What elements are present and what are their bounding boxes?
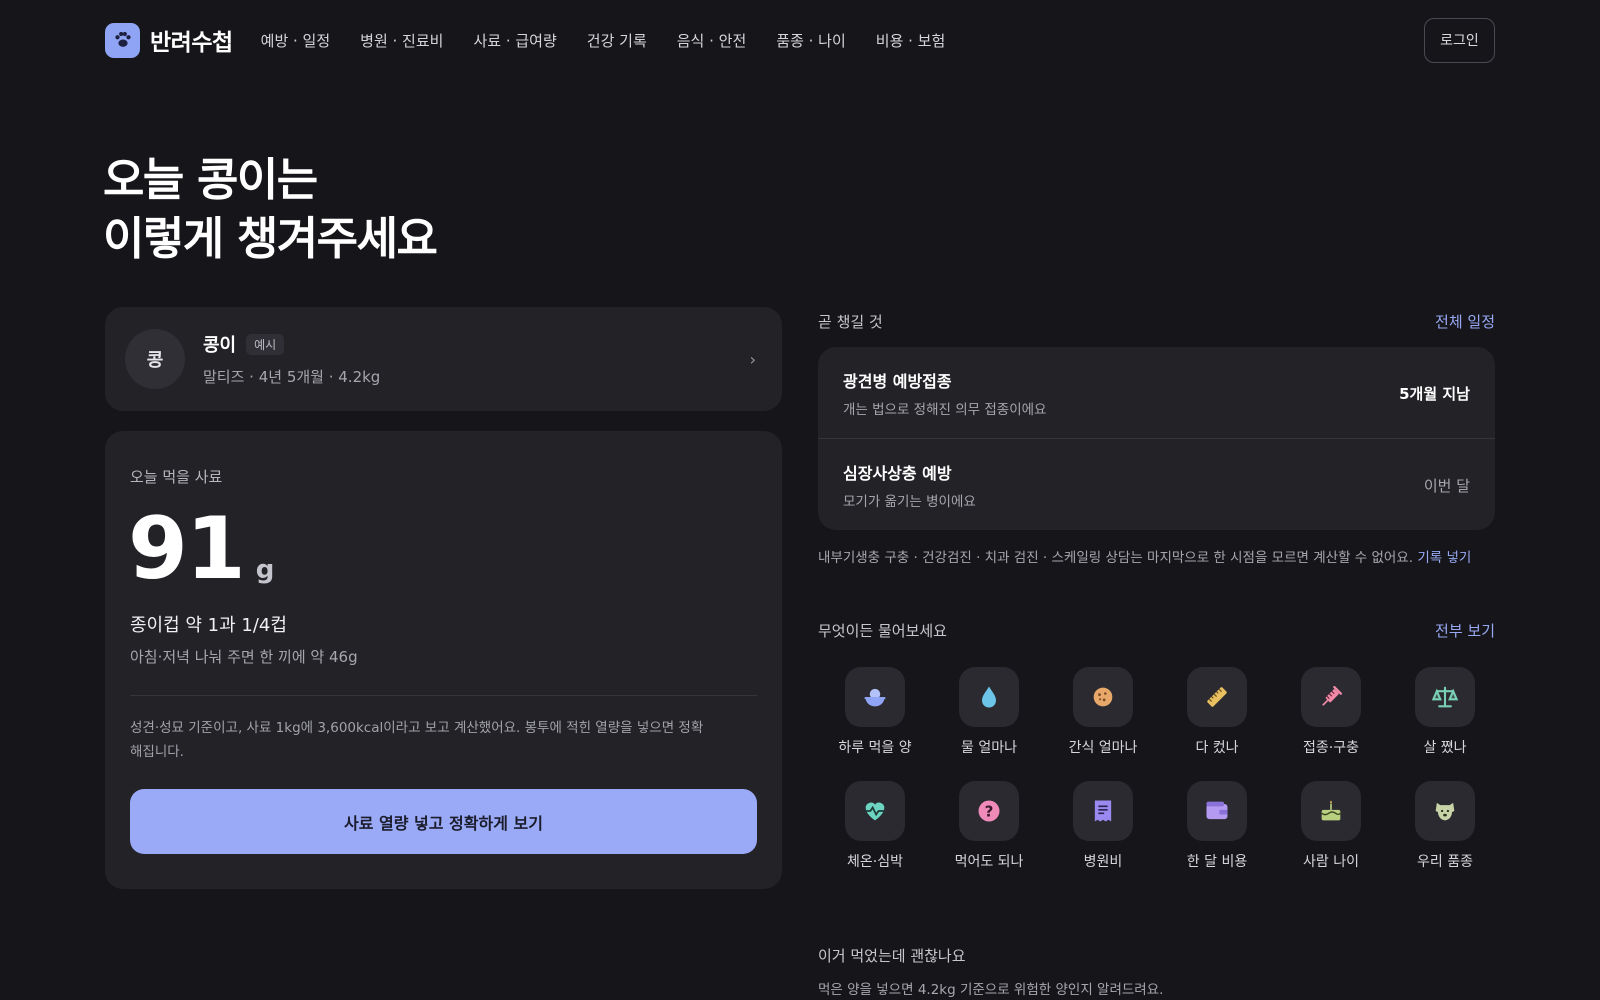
food-card-label: 오늘 먹을 사료 bbox=[130, 468, 223, 486]
question-water[interactable]: 물 얼마나 bbox=[932, 667, 1046, 757]
brand-name: 반려수첩 bbox=[150, 30, 233, 56]
food-safety-section-desc: 먹은 양을 넣으면 4.2kg 기준으로 위험한 양인지 알려드려요. bbox=[818, 982, 1164, 998]
page-title-line-2: 이렇게 챙겨주세요 bbox=[103, 212, 438, 265]
pet-name: 콩이 bbox=[203, 335, 237, 356]
question-growth[interactable]: 다 컸나 bbox=[1160, 667, 1274, 757]
question-label: 체온·심박 bbox=[847, 854, 903, 870]
pet-profile-card[interactable]: 콩 콩이 예시 말티즈 · 4년 5개월 · 4.2kg › bbox=[105, 307, 782, 411]
food-bowl-icon bbox=[845, 667, 905, 727]
question-weight[interactable]: 살 쪘나 bbox=[1388, 667, 1502, 757]
nav-item-food-safety[interactable]: 음식 · 안전 bbox=[677, 30, 747, 51]
question-label: 우리 품종 bbox=[1417, 854, 1473, 870]
question-monthly-cost[interactable]: 한 달 비용 bbox=[1160, 781, 1274, 871]
pet-details: 말티즈 · 4년 5개월 · 4.2kg bbox=[203, 368, 381, 386]
question-label: 다 컸나 bbox=[1195, 740, 1239, 756]
upcoming-section-title: 곧 챙길 것 bbox=[818, 313, 883, 331]
full-schedule-link[interactable]: 전체 일정 bbox=[1435, 311, 1495, 332]
login-button[interactable]: 로그인 bbox=[1424, 17, 1495, 63]
page-title-line-1: 오늘 콩이는 bbox=[103, 153, 318, 206]
schedule-item-desc: 개는 법으로 정해진 의무 접종이에요 bbox=[843, 402, 1047, 418]
main-nav: 예방 · 일정 병원 · 진료비 사료 · 급여량 건강 기록 음식 · 안전 … bbox=[261, 30, 976, 51]
schedule-item-desc: 모기가 옮기는 병이에요 bbox=[843, 494, 976, 510]
dog-face-icon bbox=[1415, 781, 1475, 841]
question-vaccination[interactable]: 접종·구충 bbox=[1274, 667, 1388, 757]
cookie-icon bbox=[1073, 667, 1133, 727]
question-label: 사람 나이 bbox=[1303, 854, 1359, 870]
nav-item-breed-age[interactable]: 품종 · 나이 bbox=[776, 30, 846, 51]
question-label: 물 얼마나 bbox=[961, 740, 1017, 756]
cake-icon bbox=[1301, 781, 1361, 841]
pet-name-row: 콩이 예시 bbox=[203, 331, 380, 357]
page-title: 오늘 콩이는 이렇게 챙겨주세요 bbox=[103, 150, 438, 268]
svg-text:?: ? bbox=[985, 802, 994, 820]
question-label: 먹어도 되나 bbox=[954, 854, 1024, 870]
food-safety-section-title: 이거 먹었는데 괜찮나요 bbox=[818, 947, 966, 965]
brand-logo[interactable]: 반려수첩 bbox=[105, 22, 233, 58]
schedule-note-text: 내부기생충 구충 · 건강검진 · 치과 검진 · 스케일링 상담는 마지막으로… bbox=[818, 550, 1414, 566]
question-vet-bill[interactable]: 병원비 bbox=[1046, 781, 1160, 871]
divider bbox=[130, 695, 757, 696]
pet-avatar: 콩 bbox=[125, 329, 185, 389]
daily-food-card: 오늘 먹을 사료 91 g 종이컵 약 1과 1/4컵 아침·저녁 나눠 주면 … bbox=[105, 431, 782, 889]
add-record-link[interactable]: 기록 넣기 bbox=[1417, 550, 1471, 566]
food-amount: 91 g bbox=[128, 506, 274, 592]
schedule-item-rabies[interactable]: 광견병 예방접종 개는 법으로 정해진 의무 접종이에요 5개월 지남 bbox=[818, 347, 1495, 438]
water-drop-icon bbox=[959, 667, 1019, 727]
chevron-right-icon: › bbox=[749, 349, 756, 369]
food-per-meal: 아침·저녁 나눠 주면 한 끼에 약 46g bbox=[130, 648, 358, 666]
heartbeat-icon bbox=[845, 781, 905, 841]
nav-item-hospital-costs[interactable]: 병원 · 진료비 bbox=[360, 30, 443, 51]
nav-item-cost-insurance[interactable]: 비용 · 보험 bbox=[876, 30, 946, 51]
wallet-icon bbox=[1187, 781, 1247, 841]
schedule-item-title: 광견병 예방접종 bbox=[843, 372, 952, 391]
scale-icon bbox=[1415, 667, 1475, 727]
nav-item-food-amount[interactable]: 사료 · 급여량 bbox=[473, 30, 556, 51]
questions-section-title: 무엇이든 물어보세요 bbox=[818, 622, 947, 640]
question-can-eat[interactable]: ? 먹어도 되나 bbox=[932, 781, 1046, 871]
question-label: 살 쪘나 bbox=[1423, 740, 1467, 756]
schedule-item-status: 이번 달 bbox=[1423, 477, 1470, 495]
question-human-age[interactable]: 사람 나이 bbox=[1274, 781, 1388, 871]
view-all-questions-link[interactable]: 전부 보기 bbox=[1435, 620, 1495, 641]
example-badge: 예시 bbox=[246, 333, 285, 355]
question-label: 간식 얼마나 bbox=[1068, 740, 1138, 756]
nav-item-prevention-schedule[interactable]: 예방 · 일정 bbox=[261, 30, 331, 51]
question-daily-food[interactable]: 하루 먹을 양 bbox=[818, 667, 932, 757]
paw-icon bbox=[105, 22, 140, 58]
schedule-note: 내부기생충 구충 · 건강검진 · 치과 검진 · 스케일링 상담는 마지막으로… bbox=[818, 546, 1471, 566]
question-shortcut-grid: 하루 먹을 양 물 얼마나 간식 얼마나 다 컸나 접종·구충 살 쪘나 체온·… bbox=[818, 667, 1495, 871]
upcoming-schedule-card: 광견병 예방접종 개는 법으로 정해진 의무 접종이에요 5개월 지남 심장사상… bbox=[818, 347, 1495, 530]
pet-info: 콩이 예시 말티즈 · 4년 5개월 · 4.2kg bbox=[203, 331, 380, 387]
schedule-item-status: 5개월 지남 bbox=[1399, 385, 1470, 403]
food-calculation-note: 성견·성묘 기준이고, 사료 1kg에 3,600kcal이라고 보고 계산했어… bbox=[130, 720, 704, 760]
question-vitals[interactable]: 체온·심박 bbox=[818, 781, 932, 871]
nav-item-health-records[interactable]: 건강 기록 bbox=[587, 30, 647, 51]
food-amount-unit: g bbox=[255, 555, 275, 585]
question-label: 하루 먹을 양 bbox=[838, 740, 912, 756]
question-breed[interactable]: 우리 품종 bbox=[1388, 781, 1502, 871]
question-treats[interactable]: 간식 얼마나 bbox=[1046, 667, 1160, 757]
receipt-icon bbox=[1073, 781, 1133, 841]
food-amount-value: 91 bbox=[128, 499, 246, 599]
schedule-item-heartworm[interactable]: 심장사상충 예방 모기가 옮기는 병이에요 이번 달 bbox=[818, 438, 1495, 529]
syringe-icon bbox=[1301, 667, 1361, 727]
question-label: 한 달 비용 bbox=[1186, 854, 1248, 870]
food-cup-equivalent: 종이컵 약 1과 1/4컵 bbox=[130, 615, 287, 636]
question-icon: ? bbox=[959, 781, 1019, 841]
schedule-item-title: 심장사상충 예방 bbox=[843, 464, 952, 483]
question-label: 병원비 bbox=[1083, 854, 1123, 870]
question-label: 접종·구충 bbox=[1303, 740, 1359, 756]
enter-food-calories-button[interactable]: 사료 열량 넣고 정확하게 보기 bbox=[130, 789, 757, 854]
top-navigation-bar: 반려수첩 예방 · 일정 병원 · 진료비 사료 · 급여량 건강 기록 음식 … bbox=[105, 17, 1495, 63]
ruler-icon bbox=[1187, 667, 1247, 727]
